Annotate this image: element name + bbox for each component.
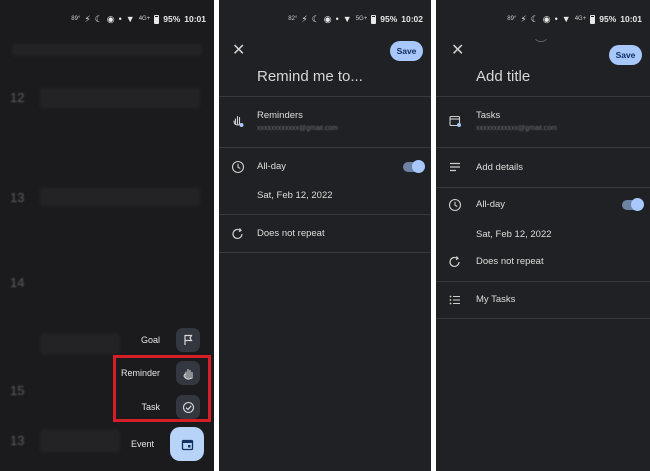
task-list-field[interactable]: My Tasks	[476, 294, 515, 305]
battery-level: 95%	[380, 14, 398, 24]
goal-label: Goal	[140, 335, 160, 345]
battery-icon	[371, 14, 377, 24]
divider	[436, 96, 650, 97]
drag-handle-icon[interactable]: ︶	[535, 36, 547, 53]
status-bar: 89° ⚡ ☾ ◉ • ▼ 4G+ 95% 10:01	[507, 12, 642, 26]
dot-icon: •	[554, 13, 558, 24]
task-calendar-icon	[447, 113, 463, 129]
allday-label: All-day	[476, 199, 506, 210]
allday-toggle[interactable]	[403, 160, 425, 173]
weather-temp: 89°	[507, 16, 517, 22]
fab-goal-option[interactable]: Goal	[141, 328, 200, 352]
app-icon: ◉	[106, 13, 115, 24]
date-number: 12	[10, 90, 25, 105]
app-icon: ◉	[542, 13, 551, 24]
date-number: 15	[10, 383, 25, 398]
divider	[436, 147, 650, 148]
clock-icon	[447, 197, 463, 213]
status-bar: 82° ⚡ ☾ ◉ • ▼ 5G+ 95% 10:02	[288, 12, 423, 26]
event-blur	[40, 334, 120, 354]
allday-toggle[interactable]	[622, 198, 644, 211]
battery-icon	[154, 14, 160, 24]
dot-icon: •	[335, 13, 339, 24]
notification-icon: ⚡	[301, 13, 308, 24]
divider	[219, 96, 431, 97]
divider	[436, 318, 650, 319]
task-list-icon	[447, 292, 463, 308]
account-email: xxxxxxxxxxxx@gmail.com	[476, 125, 558, 132]
flag-icon[interactable]	[176, 328, 200, 352]
account-email: xxxxxxxxxxxx@gmail.com	[257, 125, 339, 132]
moon-icon: ☾	[94, 13, 103, 24]
repeat-icon	[230, 226, 246, 242]
date-field[interactable]: Sat, Feb 12, 2022	[257, 190, 333, 201]
status-bar: 89° ⚡ ☾ ◉ • ▼ 4G+ 95% 10:01	[71, 12, 206, 26]
divider	[219, 214, 431, 215]
reminder-editor-screen: 82° ⚡ ☾ ◉ • ▼ 5G+ 95% 10:02 ✕ Save Remin…	[219, 0, 431, 471]
divider	[219, 252, 431, 253]
battery-icon	[590, 14, 596, 24]
notification-icon: ⚡	[520, 13, 527, 24]
repeat-field[interactable]: Does not repeat	[257, 228, 325, 239]
network-type: 4G+	[138, 16, 151, 22]
calendar-header-blur	[12, 44, 202, 56]
moon-icon: ☾	[311, 13, 320, 24]
divider	[436, 281, 650, 282]
wifi-icon: ▼	[342, 13, 352, 24]
event-blur	[40, 88, 200, 108]
account-type-label[interactable]: Reminders	[257, 110, 303, 121]
task-editor-screen: 89° ⚡ ☾ ◉ • ▼ 4G+ 95% 10:01 ︶ ✕ Save Add…	[436, 0, 650, 471]
account-type-label[interactable]: Tasks	[476, 110, 500, 121]
close-icon[interactable]: ✕	[232, 43, 245, 59]
battery-level: 95%	[599, 14, 617, 24]
fab-event-option[interactable]: Event	[131, 427, 204, 461]
close-icon[interactable]: ✕	[451, 43, 464, 59]
weather-temp: 82°	[288, 16, 298, 22]
event-blur	[40, 188, 200, 206]
repeat-icon	[447, 254, 463, 270]
repeat-field[interactable]: Does not repeat	[476, 256, 544, 267]
event-blur	[40, 430, 120, 452]
reminder-hand-icon	[230, 113, 246, 129]
details-field[interactable]: Add details	[476, 162, 523, 173]
date-number: 13	[10, 190, 25, 205]
wifi-icon: ▼	[125, 13, 135, 24]
allday-label: All-day	[257, 161, 287, 172]
date-field[interactable]: Sat, Feb 12, 2022	[476, 229, 552, 240]
weather-temp: 89°	[71, 16, 81, 22]
save-button[interactable]: Save	[609, 45, 642, 65]
task-title-input[interactable]: Add title	[476, 68, 530, 85]
wifi-icon: ▼	[561, 13, 571, 24]
battery-level: 95%	[163, 14, 181, 24]
divider	[436, 187, 650, 188]
save-button[interactable]: Save	[390, 41, 423, 61]
clock-icon	[230, 159, 246, 175]
dot-icon: •	[118, 13, 122, 24]
notification-icon: ⚡	[84, 13, 91, 24]
clock: 10:01	[620, 14, 642, 24]
clock: 10:02	[401, 14, 423, 24]
network-type: 5G+	[355, 16, 368, 22]
reminder-title-input[interactable]: Remind me to...	[257, 68, 363, 85]
network-type: 4G+	[574, 16, 587, 22]
moon-icon: ☾	[530, 13, 539, 24]
event-label: Event	[130, 439, 154, 449]
date-number: 13	[10, 433, 25, 448]
calendar-event-icon[interactable]	[170, 427, 204, 461]
highlight-box	[113, 355, 211, 422]
clock: 10:01	[184, 14, 206, 24]
divider	[219, 147, 431, 148]
notes-icon	[447, 159, 463, 175]
app-icon: ◉	[323, 13, 332, 24]
calendar-fab-menu-screen: 89° ⚡ ☾ ◉ • ▼ 4G+ 95% 10:01 12 13 14 15 …	[0, 0, 214, 471]
date-number: 14	[10, 275, 25, 290]
